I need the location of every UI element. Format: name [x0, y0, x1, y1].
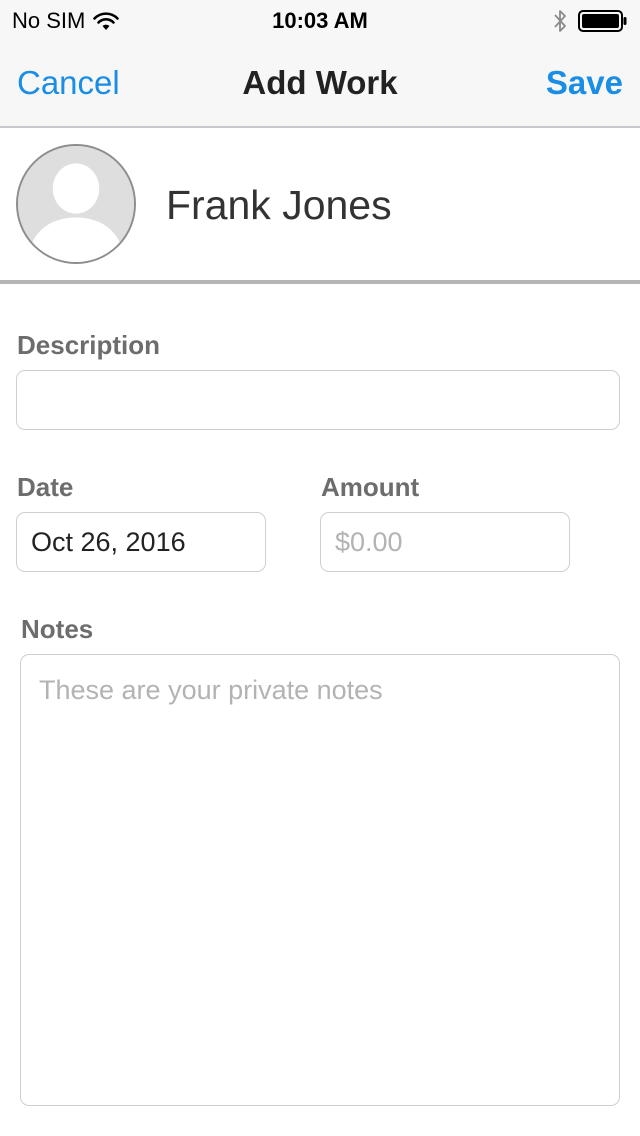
contact-header: Frank Jones — [0, 128, 640, 284]
description-input[interactable] — [16, 370, 620, 430]
top-bar: No SIM 10:03 AM Cancel Add Work Save — [0, 0, 640, 128]
status-time: 10:03 AM — [272, 8, 368, 33]
person-placeholder-icon — [18, 146, 134, 262]
navigation-bar: Cancel Add Work Save — [0, 40, 640, 126]
status-bar: No SIM 10:03 AM — [0, 0, 640, 40]
bluetooth-icon — [554, 10, 566, 32]
add-work-screen: No SIM 10:03 AM Cancel Add Work Save Fra… — [0, 0, 640, 1136]
contact-name: Frank Jones — [166, 182, 392, 228]
description-label: Description — [17, 330, 161, 360]
date-label: Date — [17, 472, 74, 502]
date-field[interactable] — [16, 512, 266, 572]
amount-input[interactable] — [320, 512, 570, 572]
save-button[interactable]: Save — [546, 64, 623, 102]
cancel-button[interactable]: Cancel — [17, 64, 120, 102]
notes-label: Notes — [21, 614, 94, 644]
amount-label: Amount — [321, 472, 420, 502]
notes-textarea[interactable] — [20, 654, 620, 1106]
battery-icon — [578, 10, 627, 32]
avatar[interactable] — [16, 144, 136, 264]
